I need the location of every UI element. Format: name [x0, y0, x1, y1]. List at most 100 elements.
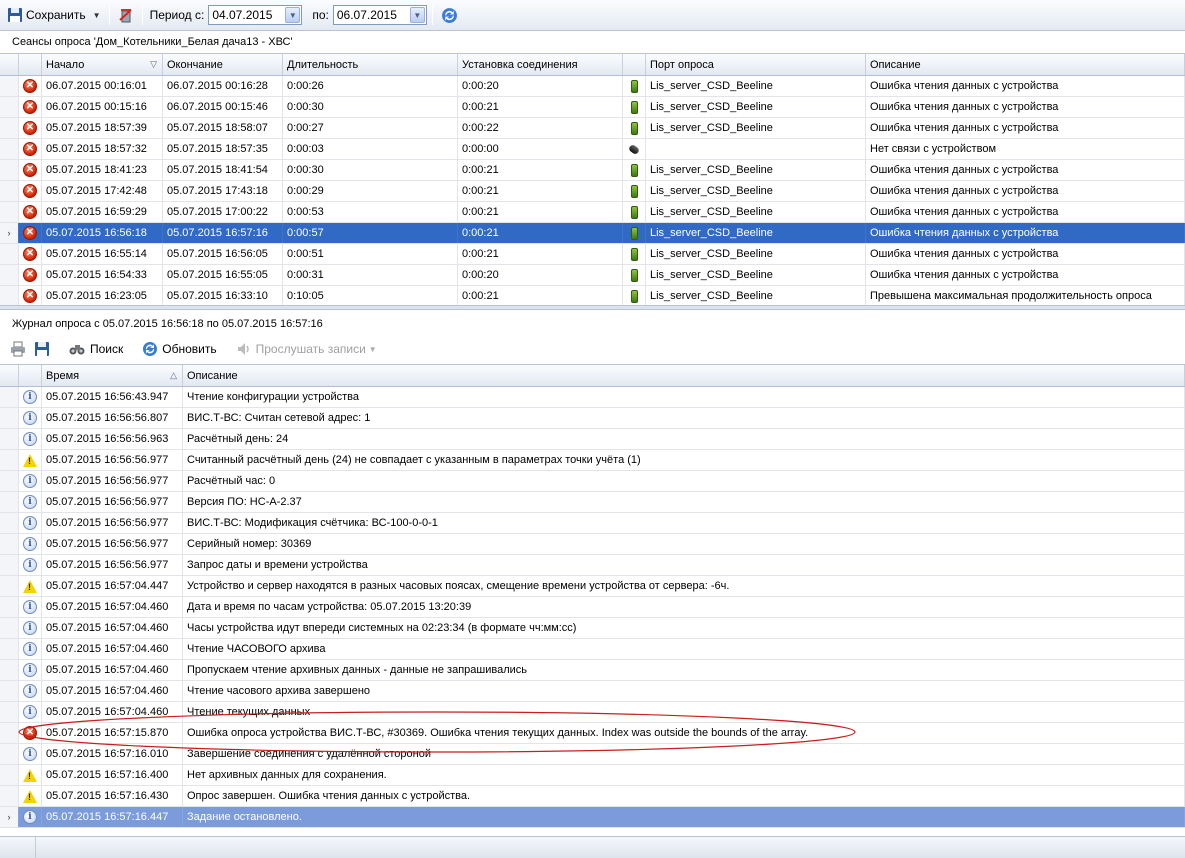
col-header-duration[interactable]: Длительность [283, 54, 458, 75]
row-indicator [0, 576, 19, 596]
journal-row[interactable]: i 05.07.2015 16:56:56.977 Запрос даты и вр… [0, 555, 1185, 576]
save-button-label: Сохранить [26, 8, 86, 22]
journal-row[interactable]: i 05.07.2015 16:57:04.460 Чтение ЧАСОВОГО … [0, 639, 1185, 660]
col-header-description[interactable]: Описание [866, 54, 1185, 75]
chevron-down-icon[interactable]: ▼ [369, 345, 377, 354]
journal-row[interactable]: i 05.07.2015 16:56:56.977 Версия ПО: НС-А-… [0, 492, 1185, 513]
chevron-down-icon[interactable]: ▼ [285, 7, 301, 23]
error-icon: ✕ [23, 289, 37, 303]
journal-row[interactable]: i 05.07.2015 16:56:56.977 Серийный номер: … [0, 534, 1185, 555]
row-indicator [0, 286, 19, 305]
print-button[interactable] [6, 338, 30, 360]
session-row[interactable]: ✕ 05.07.2015 16:55:14 05.07.2015 16:56:05 0… [0, 244, 1185, 265]
journal-row[interactable]: i 05.07.2015 16:57:04.460 Пропускаем чтени… [0, 660, 1185, 681]
search-button-label: Поиск [90, 342, 124, 356]
cell-description: Расчётный день: 24 [183, 429, 1185, 449]
cell-start: 05.07.2015 18:57:39 [42, 118, 163, 138]
info-icon: i [23, 432, 37, 446]
cell-description: Чтение текущих данных [183, 702, 1185, 722]
row-indicator [0, 555, 19, 575]
status-cell: ✕ [19, 181, 42, 201]
status-cell: i [19, 471, 42, 491]
status-cell: ✕ [19, 118, 42, 138]
cell-time: 05.07.2015 16:57:04.460 [42, 702, 183, 722]
chevron-down-icon[interactable]: ▼ [93, 11, 101, 20]
journal-row[interactable]: 05.07.2015 16:57:04.447Устройство и серв… [0, 576, 1185, 597]
journal-refresh-button[interactable]: Обновить [138, 338, 220, 360]
cell-connect: 0:00:21 [458, 97, 623, 117]
search-button[interactable]: Поиск [65, 338, 127, 360]
warning-icon [23, 789, 37, 803]
col-header-port[interactable]: Порт опроса [646, 54, 866, 75]
session-row[interactable]: ✕ 05.07.2015 18:57:39 05.07.2015 18:58:07 0… [0, 118, 1185, 139]
journal-row[interactable]: i 05.07.2015 16:57:04.460 Часы устройства … [0, 618, 1185, 639]
cell-description: Ошибка чтения данных с устройства [866, 160, 1185, 180]
journal-row[interactable]: i 05.07.2015 16:57:04.460 Дата и время по … [0, 597, 1185, 618]
toolbar-separator [431, 5, 433, 25]
cell-start: 06.07.2015 00:16:01 [42, 76, 163, 96]
status-cell: ✕ [19, 265, 42, 285]
port-icon-cell [623, 286, 646, 305]
journal-row[interactable]: i 05.07.2015 16:56:56.977 ВИС.Т-ВС: Модифи… [0, 513, 1185, 534]
journal-row[interactable]: i 05.07.2015 16:57:04.460 Чтение часового … [0, 681, 1185, 702]
cell-time: 05.07.2015 16:56:56.977 [42, 471, 183, 491]
col-header-port-icon[interactable] [623, 54, 646, 75]
journal-row[interactable]: 05.07.2015 16:57:16.430Опрос завершен. О… [0, 786, 1185, 807]
journal-row[interactable]: i 05.07.2015 16:56:56.963 Расчётный день: … [0, 429, 1185, 450]
row-indicator [0, 513, 19, 533]
journal-row[interactable]: 05.07.2015 16:56:56.977Считанный расчётн… [0, 450, 1185, 471]
status-cell: ✕ [19, 286, 42, 305]
period-to-value: 06.07.2015 [336, 8, 397, 22]
period-from-field[interactable]: 04.07.2015 ▼ [208, 5, 303, 25]
session-row[interactable]: ✕ 05.07.2015 17:42:48 05.07.2015 17:43:18 0… [0, 181, 1185, 202]
panel-splitter[interactable] [0, 305, 1185, 310]
cell-time: 05.07.2015 16:56:56.977 [42, 450, 183, 470]
session-row[interactable]: ✕ 06.07.2015 00:16:01 06.07.2015 00:16:28 0… [0, 76, 1185, 97]
header-row-indicator [0, 54, 19, 75]
journal-row[interactable]: i 05.07.2015 16:56:43.947 Чтение конфигура… [0, 387, 1185, 408]
phone-icon [630, 79, 638, 93]
save-button[interactable]: Сохранить ▼ [4, 4, 104, 26]
chevron-down-icon[interactable]: ▼ [409, 7, 425, 23]
cell-time: 05.07.2015 16:57:16.447 [42, 807, 183, 827]
status-cell: i [19, 492, 42, 512]
session-row[interactable]: › ✕ 05.07.2015 16:56:18 05.07.2015 16:57:16… [0, 223, 1185, 244]
session-row[interactable]: ✕ 05.07.2015 18:41:23 05.07.2015 18:41:54 0… [0, 160, 1185, 181]
cell-duration: 0:00:29 [283, 181, 458, 201]
row-indicator [0, 408, 19, 428]
listen-records-button[interactable]: Прослушать записи ▼ [232, 338, 381, 360]
session-row[interactable]: ✕ 05.07.2015 16:23:05 05.07.2015 16:33:10 0… [0, 286, 1185, 305]
sort-asc-icon: △ [170, 370, 177, 380]
journal-row[interactable]: ✕ 05.07.2015 16:57:15.870 Ошибка опроса ус… [0, 723, 1185, 744]
floppy-disk-icon [8, 8, 22, 22]
cell-start: 05.07.2015 16:59:29 [42, 202, 163, 222]
session-row[interactable]: ✕ 05.07.2015 18:57:32 05.07.2015 18:57:35 0… [0, 139, 1185, 160]
col-header-end[interactable]: Окончание [163, 54, 283, 75]
journal-row[interactable]: i 05.07.2015 16:56:56.977 Расчётный час: 0 [0, 471, 1185, 492]
session-row[interactable]: ✕ 06.07.2015 00:15:16 06.07.2015 00:15:46 0… [0, 97, 1185, 118]
delete-button[interactable] [115, 4, 137, 26]
info-icon: i [23, 747, 37, 761]
journal-row[interactable]: i 05.07.2015 16:57:04.460 Чтение текущих д… [0, 702, 1185, 723]
status-cell: i [19, 555, 42, 575]
journal-save-button[interactable] [30, 338, 54, 360]
journal-row[interactable]: i 05.07.2015 16:57:16.010 Завершение соеди… [0, 744, 1185, 765]
col-header-connect[interactable]: Установка соединения [458, 54, 623, 75]
cell-connect: 0:00:21 [458, 202, 623, 222]
period-to-field[interactable]: 06.07.2015 ▼ [332, 5, 427, 25]
col-header-time[interactable]: Время △ [42, 365, 183, 386]
col-header-description[interactable]: Описание [183, 365, 1185, 386]
refresh-button[interactable] [438, 4, 461, 26]
sessions-title: Сеансы опроса 'Дом_Котельники_Белая дача… [0, 31, 1185, 53]
journal-row[interactable]: i 05.07.2015 16:56:56.807 ВИС.Т-ВС: Считан… [0, 408, 1185, 429]
session-row[interactable]: ✕ 05.07.2015 16:54:33 05.07.2015 16:55:05 0… [0, 265, 1185, 286]
journal-header: Время △ Описание [0, 365, 1185, 387]
journal-row[interactable]: › i 05.07.2015 16:57:16.447 Задание останов… [0, 807, 1185, 828]
cell-duration: 0:00:57 [283, 223, 458, 243]
info-icon: i [23, 495, 37, 509]
cell-description: Ошибка чтения данных с устройства [866, 181, 1185, 201]
journal-row[interactable]: 05.07.2015 16:57:16.400Нет архивных данн… [0, 765, 1185, 786]
session-row[interactable]: ✕ 05.07.2015 16:59:29 05.07.2015 17:00:22 0… [0, 202, 1185, 223]
col-header-start[interactable]: Начало ▽ [42, 54, 163, 75]
cell-start: 05.07.2015 18:57:32 [42, 139, 163, 159]
